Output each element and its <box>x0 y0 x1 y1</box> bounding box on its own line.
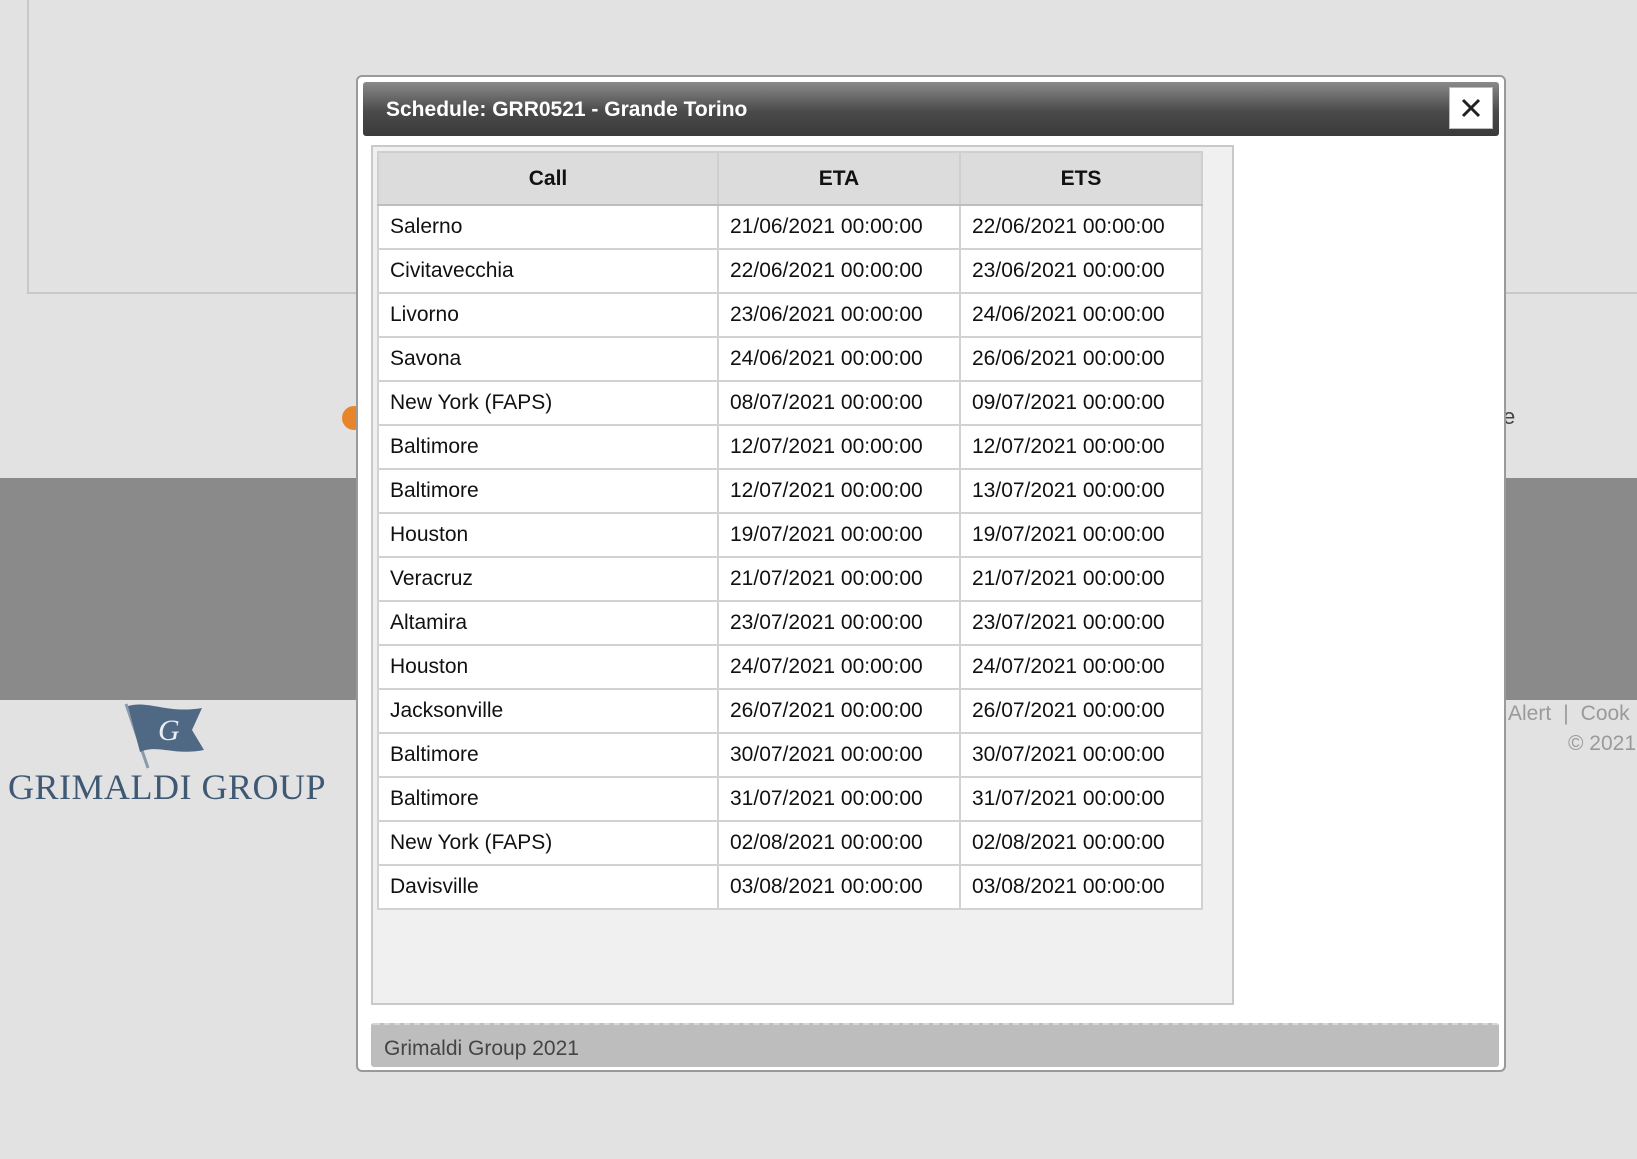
cell-ets: 19/07/2021 00:00:00 <box>959 512 1203 558</box>
dialog-titlebar[interactable]: Schedule: GRR0521 - Grande Torino <box>363 82 1499 136</box>
cell-call: Baltimore <box>377 468 719 514</box>
schedule-table-container[interactable]: Call ETA ETS Salerno 21/06/2021 00:00:00 2… <box>371 145 1234 1005</box>
cell-eta: 22/06/2021 00:00:00 <box>717 248 961 294</box>
cell-call: Civitavecchia <box>377 248 719 294</box>
schedule-table: Call ETA ETS Salerno 21/06/2021 00:00:00 2… <box>377 151 1203 910</box>
schedule-dialog: Schedule: GRR0521 - Grande Torino Call E… <box>356 75 1506 1072</box>
dialog-title: Schedule: GRR0521 - Grande Torino <box>386 98 748 121</box>
table-row[interactable]: Civitavecchia 22/06/2021 00:00:00 23/06/20… <box>377 248 1203 294</box>
schedule-table-body: Salerno 21/06/2021 00:00:00 22/06/2021 00:… <box>377 204 1203 910</box>
cell-call: Altamira <box>377 600 719 646</box>
cell-call: New York (FAPS) <box>377 380 719 426</box>
cell-ets: 09/07/2021 00:00:00 <box>959 380 1203 426</box>
table-row[interactable]: Veracruz 21/07/2021 00:00:00 21/07/2021 00… <box>377 556 1203 602</box>
cell-ets: 03/08/2021 00:00:00 <box>959 864 1203 910</box>
cell-ets: 24/07/2021 00:00:00 <box>959 644 1203 690</box>
close-icon <box>1461 98 1481 118</box>
cell-ets: 23/07/2021 00:00:00 <box>959 600 1203 646</box>
cell-ets: 24/06/2021 00:00:00 <box>959 292 1203 338</box>
background-footer-links: Alert | Cook <box>1508 702 1630 726</box>
table-row[interactable]: Baltimore 12/07/2021 00:00:00 12/07/2021 0… <box>377 424 1203 470</box>
table-row[interactable]: Houston 24/07/2021 00:00:00 24/07/2021 00:… <box>377 644 1203 690</box>
cell-call: Davisville <box>377 864 719 910</box>
cell-call: New York (FAPS) <box>377 820 719 866</box>
cell-call: Houston <box>377 644 719 690</box>
cell-call: Savona <box>377 336 719 382</box>
column-header-eta[interactable]: ETA <box>717 151 961 206</box>
cell-ets: 26/07/2021 00:00:00 <box>959 688 1203 734</box>
svg-text:G: G <box>158 714 180 747</box>
footer-separator: | <box>1563 702 1569 725</box>
grimaldi-logo: G GRIMALDI GROUP <box>8 700 326 810</box>
footer-link-cookie[interactable]: Cook <box>1581 702 1630 725</box>
cell-eta: 03/08/2021 00:00:00 <box>717 864 961 910</box>
flag-icon: G <box>124 703 204 769</box>
cell-ets: 30/07/2021 00:00:00 <box>959 732 1203 778</box>
cell-eta: 21/07/2021 00:00:00 <box>717 556 961 602</box>
cell-call: Veracruz <box>377 556 719 602</box>
table-row[interactable]: Altamira 23/07/2021 00:00:00 23/07/2021 00… <box>377 600 1203 646</box>
cell-eta: 26/07/2021 00:00:00 <box>717 688 961 734</box>
cell-eta: 19/07/2021 00:00:00 <box>717 512 961 558</box>
cell-eta: 24/06/2021 00:00:00 <box>717 336 961 382</box>
column-header-ets[interactable]: ETS <box>959 151 1203 206</box>
cell-eta: 12/07/2021 00:00:00 <box>717 424 961 470</box>
dialog-footer: Grimaldi Group 2021 <box>371 1023 1499 1067</box>
cell-eta: 12/07/2021 00:00:00 <box>717 468 961 514</box>
cell-ets: 31/07/2021 00:00:00 <box>959 776 1203 822</box>
table-row[interactable]: Davisville 03/08/2021 00:00:00 03/08/2021 … <box>377 864 1203 910</box>
cell-ets: 22/06/2021 00:00:00 <box>959 204 1203 250</box>
cell-call: Baltimore <box>377 776 719 822</box>
cell-ets: 12/07/2021 00:00:00 <box>959 424 1203 470</box>
table-row[interactable]: Savona 24/06/2021 00:00:00 26/06/2021 00:0… <box>377 336 1203 382</box>
table-row[interactable]: New York (FAPS) 08/07/2021 00:00:00 09/07/… <box>377 380 1203 426</box>
cell-eta: 30/07/2021 00:00:00 <box>717 732 961 778</box>
cell-eta: 23/06/2021 00:00:00 <box>717 292 961 338</box>
cell-call: Baltimore <box>377 424 719 470</box>
table-row[interactable]: Salerno 21/06/2021 00:00:00 22/06/2021 00:… <box>377 204 1203 250</box>
cell-eta: 02/08/2021 00:00:00 <box>717 820 961 866</box>
table-row[interactable]: Baltimore 31/07/2021 00:00:00 31/07/2021 0… <box>377 776 1203 822</box>
cell-call: Houston <box>377 512 719 558</box>
cell-eta: 23/07/2021 00:00:00 <box>717 600 961 646</box>
background-copyright: © 2021 <box>1568 732 1637 755</box>
table-row[interactable]: Jacksonville 26/07/2021 00:00:00 26/07/202… <box>377 688 1203 734</box>
cell-call: Jacksonville <box>377 688 719 734</box>
cell-eta: 21/06/2021 00:00:00 <box>717 204 961 250</box>
logo-text: GRIMALDI GROUP <box>8 767 327 807</box>
cell-ets: 21/07/2021 00:00:00 <box>959 556 1203 602</box>
cell-eta: 08/07/2021 00:00:00 <box>717 380 961 426</box>
table-row[interactable]: New York (FAPS) 02/08/2021 00:00:00 02/08/… <box>377 820 1203 866</box>
cell-ets: 13/07/2021 00:00:00 <box>959 468 1203 514</box>
cell-eta: 24/07/2021 00:00:00 <box>717 644 961 690</box>
table-row[interactable]: Livorno 23/06/2021 00:00:00 24/06/2021 00:… <box>377 292 1203 338</box>
cell-call: Livorno <box>377 292 719 338</box>
cell-ets: 26/06/2021 00:00:00 <box>959 336 1203 382</box>
dialog-footer-text: Grimaldi Group 2021 <box>384 1037 579 1060</box>
cell-call: Salerno <box>377 204 719 250</box>
table-row[interactable]: Baltimore 30/07/2021 00:00:00 30/07/2021 0… <box>377 732 1203 778</box>
table-row[interactable]: Baltimore 12/07/2021 00:00:00 13/07/2021 0… <box>377 468 1203 514</box>
cell-ets: 23/06/2021 00:00:00 <box>959 248 1203 294</box>
footer-link-alert[interactable]: Alert <box>1508 702 1551 725</box>
close-button[interactable] <box>1449 87 1493 129</box>
table-row[interactable]: Houston 19/07/2021 00:00:00 19/07/2021 00:… <box>377 512 1203 558</box>
table-header-row: Call ETA ETS <box>377 151 1203 206</box>
column-header-call[interactable]: Call <box>377 151 719 206</box>
cell-ets: 02/08/2021 00:00:00 <box>959 820 1203 866</box>
cell-eta: 31/07/2021 00:00:00 <box>717 776 961 822</box>
cell-call: Baltimore <box>377 732 719 778</box>
